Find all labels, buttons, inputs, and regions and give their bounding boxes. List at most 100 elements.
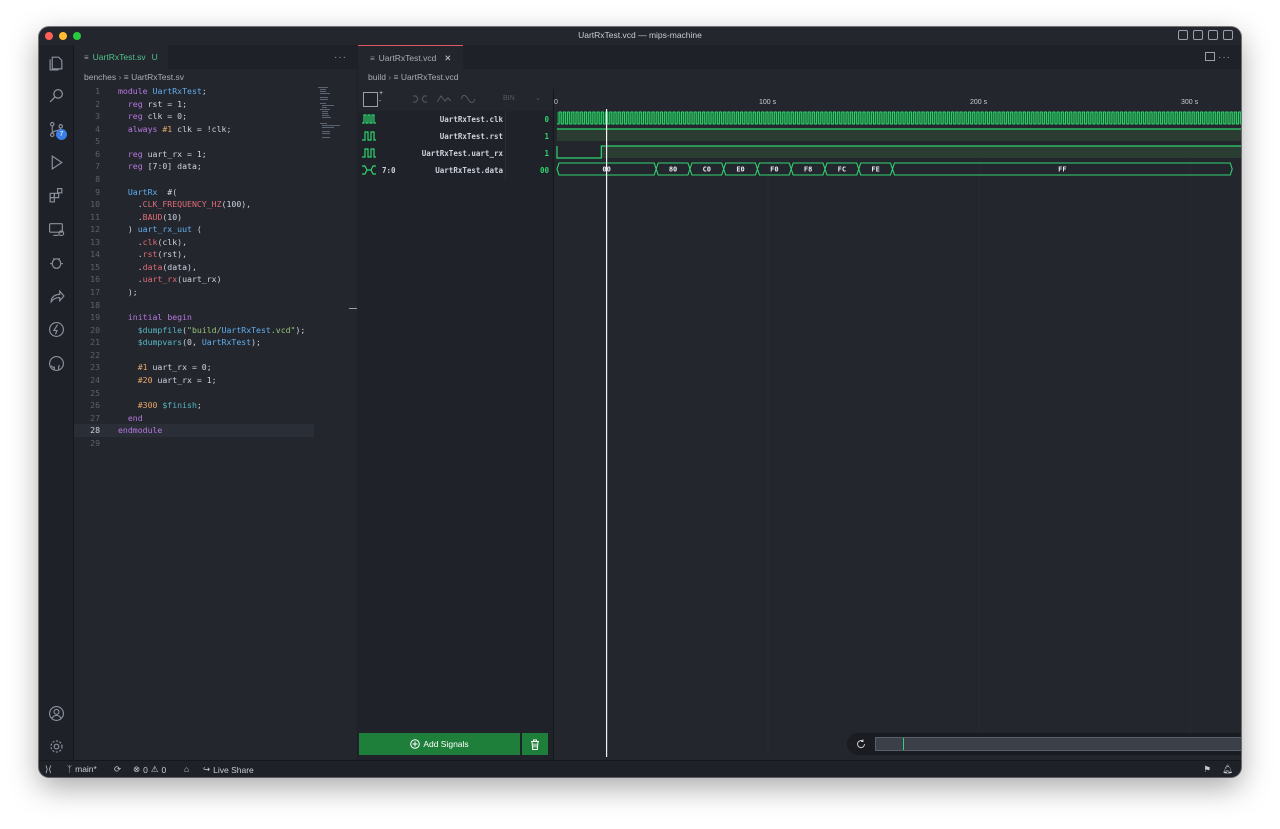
title-bar: UartRxTest.vcd — mips-machine [39,27,1241,46]
data-bus-value: F8 [804,166,812,174]
branch-indicator[interactable]: ᛉ main* [67,764,97,774]
github-icon[interactable] [47,354,65,372]
close-tab-icon[interactable]: ✕ [444,53,451,64]
settings-gear-icon[interactable] [47,737,65,755]
bug-icon[interactable] [47,253,65,271]
code-line[interactable]: 1 module UartRxTest; [74,85,314,98]
line-number: 20 [90,324,100,335]
tab-uartrxtest-vcd[interactable]: ≡ UartRxTest.vcd ✕ [358,45,464,70]
signal-row-rst[interactable]: UartRxTest.rst 1 [358,128,553,145]
code-line[interactable]: 10 .CLK_FREQUENCY_HZ(100), [74,198,314,211]
tab-filename: UartRxTest.vcd [378,53,437,63]
text-editor: ≡ UartRxTest.sv U ··· benches › ≡ UartRx… [74,45,357,761]
code-line[interactable]: 26 #300 $finish; [74,399,314,412]
code-line[interactable]: 27 end [74,412,314,425]
signal-name: UartRxTest.rst [439,132,503,141]
code-line[interactable]: 2 reg rst = 1; [74,98,314,111]
line-text: .BAUD(10) [118,211,183,222]
problems-indicator[interactable]: ⊗ 0 ⚠ 0 [133,764,166,775]
run-debug-icon[interactable] [47,153,65,171]
code-line[interactable]: 13 .clk(clk), [74,236,314,249]
code-line[interactable]: 3 reg clk = 0; [74,110,314,123]
add-signals-button[interactable]: Add Signals [359,733,520,755]
sync-icon[interactable]: ⟳ [114,764,121,775]
breadcrumb-folder[interactable]: build [368,72,386,82]
code-area[interactable]: 1 module UartRxTest; 2 reg rst = 1; 3 reg c… [74,85,314,449]
radix-select[interactable]: BIN ⌄ [498,93,543,105]
code-line[interactable]: 17 ); [74,286,314,299]
code-line[interactable]: 12 ) uart_rx_uut ( [74,223,314,236]
more-actions-icon[interactable]: ··· [1218,52,1231,63]
waveform-canvas[interactable]: 0100 s200 s300 s0080C0E0F0F8FCFEFF [553,89,1241,761]
remote-indicator-icon[interactable]: ⟩⟨ [45,764,52,775]
code-line[interactable]: 6 reg uart_rx = 1; [74,148,314,161]
code-line[interactable]: 21 $dumpvars(0, UartRxTest); [74,336,314,349]
code-line[interactable]: 7 reg [7:0] data; [74,160,314,173]
branch-name: main* [75,764,97,774]
code-line[interactable]: 14 .rst(rst), [74,248,314,261]
analog-linear-icon[interactable] [437,95,451,103]
line-text: .data(data), [118,261,197,272]
toggle-primary-sidebar-icon[interactable] [1178,30,1188,40]
stepper-down-icon[interactable]: - [379,98,381,105]
explorer-icon[interactable] [47,53,65,71]
code-line[interactable]: 22 [74,349,314,362]
customize-layout-icon[interactable] [1223,30,1233,40]
code-line[interactable]: 5 [74,135,314,148]
warning-icon: ⚠ [150,764,159,774]
analog-step-icon[interactable] [461,95,475,103]
color-picker[interactable] [363,92,378,107]
minimap[interactable] [314,85,354,145]
waveform-plot[interactable]: 0100 s200 s300 s0080C0E0F0F8FCFEFF [554,89,1241,757]
signal-row-clk[interactable]: UartRxTest.clk 0 [358,111,553,128]
line-text: $dumpvars(0, UartRxTest); [137,337,261,348]
signal-value: 0 [544,115,549,124]
home-icon[interactable]: ⌂ [184,764,189,774]
accounts-icon[interactable] [47,704,65,722]
code-line[interactable]: 23 #1 uart_rx = 0; [74,361,314,374]
code-line[interactable]: 8 [74,173,314,186]
zoom-toolbar [847,733,1241,755]
code-line[interactable]: 19 initial begin [74,311,314,324]
toggle-secondary-sidebar-icon[interactable] [1208,30,1218,40]
timeline-scrollbar[interactable] [875,737,1241,751]
line-number: 4 [95,123,100,134]
toggle-panel-icon[interactable] [1193,30,1203,40]
split-editor-icon[interactable] [1205,52,1215,61]
delete-signal-button[interactable] [522,733,548,755]
code-line[interactable]: 24 #20 uart_rx = 1; [74,374,314,387]
code-line[interactable]: 28 endmodule [74,424,314,437]
feedback-icon[interactable]: ⚑ [1203,764,1211,775]
breadcrumb-folder[interactable]: benches [84,72,116,82]
code-line[interactable]: 18 [74,299,314,312]
file-icon: ≡ [84,52,89,62]
breadcrumb-file[interactable]: UartRxTest.vcd [401,72,459,82]
code-line[interactable]: 25 [74,387,314,400]
stepper-up-icon[interactable]: + [379,90,383,97]
code-line[interactable]: 9 UartRx #( [74,186,314,199]
refresh-icon[interactable] [856,739,866,749]
line-text: reg [7:0] data; [127,161,202,172]
search-icon[interactable] [47,86,65,104]
code-line[interactable]: 11 .BAUD(10) [74,211,314,224]
code-line[interactable]: 4 always #1 clk = !clk; [74,123,314,136]
breadcrumb-file[interactable]: UartRxTest.sv [131,72,184,82]
extensions-icon[interactable] [47,186,65,204]
code-line[interactable]: 15 .data(data), [74,261,314,274]
code-line[interactable]: 29 [74,437,314,450]
live-share-icon[interactable] [47,287,65,305]
lightning-icon[interactable] [47,320,65,338]
bus-style-icon[interactable] [413,95,427,103]
data-bus-value: C0 [703,166,711,174]
live-share-button[interactable]: ↪ Live Share [203,764,254,775]
code-line[interactable]: 16 .uart_rx(uart_rx) [74,273,314,286]
signal-row-uart-rx[interactable]: UartRxTest.uart_rx 1 [358,145,553,162]
signal-value: 1 [544,149,549,158]
code-line[interactable]: 20 $dumpfile("build/UartRxTest.vcd"); [74,324,314,337]
notifications-icon[interactable]: 🔔︎ [1222,764,1233,775]
more-actions-icon[interactable]: ··· [334,52,347,63]
signal-row-data[interactable]: 7:0 UartRxTest.data 00 [358,162,553,179]
tab-uartrxtest-sv[interactable]: ≡ UartRxTest.sv U [74,45,168,69]
data-bus-value: E0 [736,166,744,174]
remote-explorer-icon[interactable] [47,220,65,238]
